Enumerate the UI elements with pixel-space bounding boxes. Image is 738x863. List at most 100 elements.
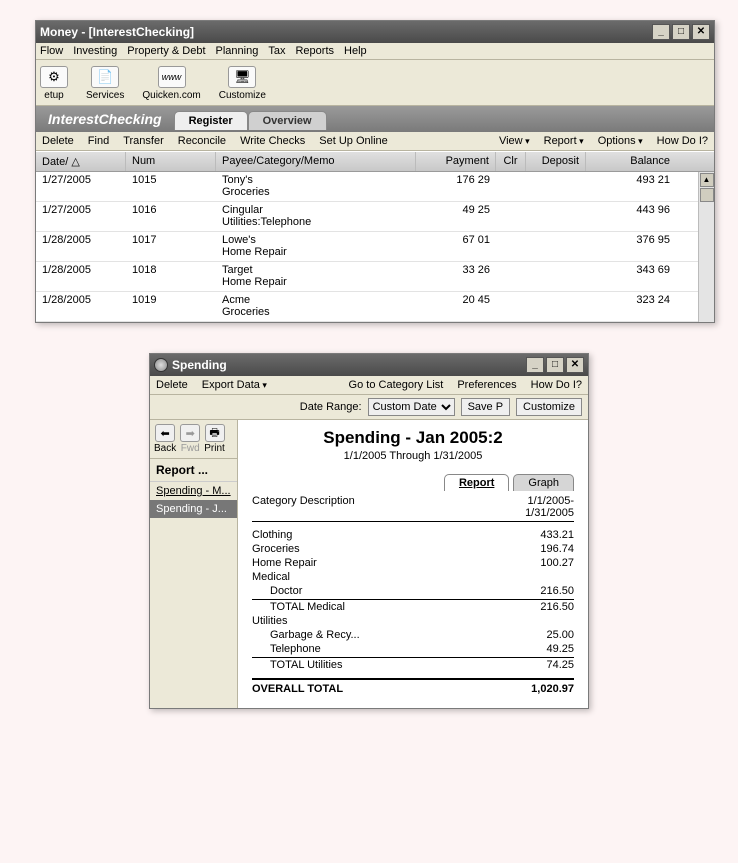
col-period-2: 1/31/2005 xyxy=(525,507,574,519)
report-line[interactable]: Medical xyxy=(252,570,574,584)
range-label: Date Range: xyxy=(300,401,362,413)
sp-body: ⬅ Back ➡ Fwd 🖶 Print Report ... Spending… xyxy=(150,420,588,708)
cell-clr xyxy=(496,232,526,261)
save-button[interactable]: Save P xyxy=(461,398,510,416)
line-amount: 216.50 xyxy=(540,585,574,597)
sp-sidebar: ⬅ Back ➡ Fwd 🖶 Print Report ... Spending… xyxy=(150,420,238,708)
sp-gotocat[interactable]: Go to Category List xyxy=(349,379,444,391)
register-row[interactable]: 1/28/20051018TargetHome Repair33 26343 6… xyxy=(36,262,714,292)
range-select[interactable]: Custom Date xyxy=(368,398,455,416)
menu-flow[interactable]: Flow xyxy=(40,45,63,57)
register-row[interactable]: 1/27/20051016CingularUtilities:Telephone… xyxy=(36,202,714,232)
report-line[interactable]: Garbage & Recy...25.00 xyxy=(252,628,574,642)
action-delete[interactable]: Delete xyxy=(42,135,74,147)
tab-register[interactable]: Register xyxy=(174,111,248,130)
sp-prefs[interactable]: Preferences xyxy=(457,379,516,391)
line-label: Garbage & Recy... xyxy=(270,629,360,641)
toolbar: ⚙ etup 📄 Services www Quicken.com 🖥 Cust… xyxy=(36,60,714,106)
tool-services[interactable]: 📄 Services xyxy=(86,66,124,101)
line-label: Telephone xyxy=(270,643,321,655)
menu-planning[interactable]: Planning xyxy=(216,45,259,57)
action-find[interactable]: Find xyxy=(88,135,109,147)
sp-delete[interactable]: Delete xyxy=(156,379,188,391)
action-writechecks[interactable]: Write Checks xyxy=(240,135,305,147)
nav-fwd-label: Fwd xyxy=(181,443,200,454)
overall-label: OVERALL TOTAL xyxy=(252,683,343,695)
col-balance[interactable]: Balance xyxy=(586,152,676,171)
cell-date: 1/28/2005 xyxy=(36,232,126,261)
col-num[interactable]: Num xyxy=(126,152,216,171)
sp-maximize-button[interactable]: □ xyxy=(546,357,564,373)
col-deposit[interactable]: Deposit xyxy=(526,152,586,171)
nav-print[interactable]: 🖶 Print xyxy=(204,424,225,454)
cell-date: 1/28/2005 xyxy=(36,262,126,291)
register-body: 1/27/20051015Tony'sGroceries176 29493 21… xyxy=(36,172,714,322)
action-setuponline[interactable]: Set Up Online xyxy=(319,135,387,147)
maximize-button[interactable]: □ xyxy=(672,24,690,40)
line-amount: 433.21 xyxy=(540,529,574,541)
sp-minimize-button[interactable]: _ xyxy=(526,357,544,373)
cell-payment: 176 29 xyxy=(416,172,496,201)
cell-date: 1/28/2005 xyxy=(36,292,126,321)
cell-payment: 20 45 xyxy=(416,292,496,321)
col-payee[interactable]: Payee/Category/Memo xyxy=(216,152,416,171)
menu-property[interactable]: Property & Debt xyxy=(127,45,205,57)
sp-howdoi[interactable]: How Do I? xyxy=(531,379,582,391)
col-payment[interactable]: Payment xyxy=(416,152,496,171)
report-line[interactable]: TOTAL Utilities74.25 xyxy=(252,658,574,672)
menu-reports[interactable]: Reports xyxy=(295,45,334,57)
report-columns: Category Description 1/1/2005- 1/31/2005 xyxy=(252,495,574,522)
register-row[interactable]: 1/28/20051017Lowe'sHome Repair67 01376 9… xyxy=(36,232,714,262)
print-icon: 🖶 xyxy=(205,424,225,442)
minimize-button[interactable]: _ xyxy=(652,24,670,40)
sp-export[interactable]: Export Data xyxy=(202,379,267,391)
tool-setup[interactable]: ⚙ etup xyxy=(40,66,68,101)
report-line[interactable]: Home Repair100.27 xyxy=(252,556,574,570)
report-line[interactable]: Clothing433.21 xyxy=(252,528,574,542)
report-line[interactable]: Groceries196.74 xyxy=(252,542,574,556)
report-line[interactable]: Telephone 49.25 xyxy=(252,642,574,656)
tab-report[interactable]: Report xyxy=(444,474,509,491)
scrollbar[interactable]: ▲ xyxy=(698,172,714,322)
cell-payment: 33 26 xyxy=(416,262,496,291)
menu-help[interactable]: Help xyxy=(344,45,367,57)
cell-clr xyxy=(496,262,526,291)
customize-button[interactable]: Customize xyxy=(516,398,582,416)
sp-close-button[interactable]: ✕ xyxy=(566,357,584,373)
col-date[interactable]: Date/ △ xyxy=(36,152,126,171)
nav-back[interactable]: ⬅ Back xyxy=(154,424,176,454)
tool-customize[interactable]: 🖥 Customize xyxy=(219,66,266,101)
www-icon: www xyxy=(158,66,186,88)
col-clr[interactable]: Clr xyxy=(496,152,526,171)
nav-back-label: Back xyxy=(154,443,176,454)
nav-fwd[interactable]: ➡ Fwd xyxy=(180,424,200,454)
report-item-0[interactable]: Spending - M... xyxy=(150,482,237,500)
menu-tax[interactable]: Tax xyxy=(268,45,285,57)
money-window: Money - [InterestChecking] _ □ ✕ Flow In… xyxy=(35,20,715,323)
line-label: Utilities xyxy=(252,615,287,627)
action-howdoi[interactable]: How Do I? xyxy=(657,135,708,147)
register-row[interactable]: 1/27/20051015Tony'sGroceries176 29493 21 xyxy=(36,172,714,202)
register-row[interactable]: 1/28/20051019AcmeGroceries20 45323 24 xyxy=(36,292,714,322)
scroll-up-icon[interactable]: ▲ xyxy=(700,173,714,187)
report-list-header: Report ... xyxy=(150,459,237,482)
report-line[interactable]: Doctor216.50 xyxy=(252,584,574,598)
report-line[interactable]: Utilities xyxy=(252,614,574,628)
action-transfer[interactable]: Transfer xyxy=(123,135,164,147)
line-label: Home Repair xyxy=(252,557,317,569)
scroll-thumb[interactable] xyxy=(700,188,714,202)
menu-investing[interactable]: Investing xyxy=(73,45,117,57)
action-report[interactable]: Report xyxy=(544,135,584,147)
close-button[interactable]: ✕ xyxy=(692,24,710,40)
app-icon xyxy=(154,358,168,372)
tab-graph[interactable]: Graph xyxy=(513,474,574,491)
tab-overview[interactable]: Overview xyxy=(248,111,327,130)
action-options[interactable]: Options xyxy=(598,135,643,147)
line-amount: 49.25 xyxy=(546,643,574,655)
line-amount: 216.50 xyxy=(540,601,574,613)
action-reconcile[interactable]: Reconcile xyxy=(178,135,226,147)
report-item-1[interactable]: Spending - J... xyxy=(150,500,237,518)
action-view[interactable]: View xyxy=(499,135,530,147)
tool-quicken[interactable]: www Quicken.com xyxy=(142,66,200,101)
report-line[interactable]: TOTAL Medical216.50 xyxy=(252,600,574,614)
